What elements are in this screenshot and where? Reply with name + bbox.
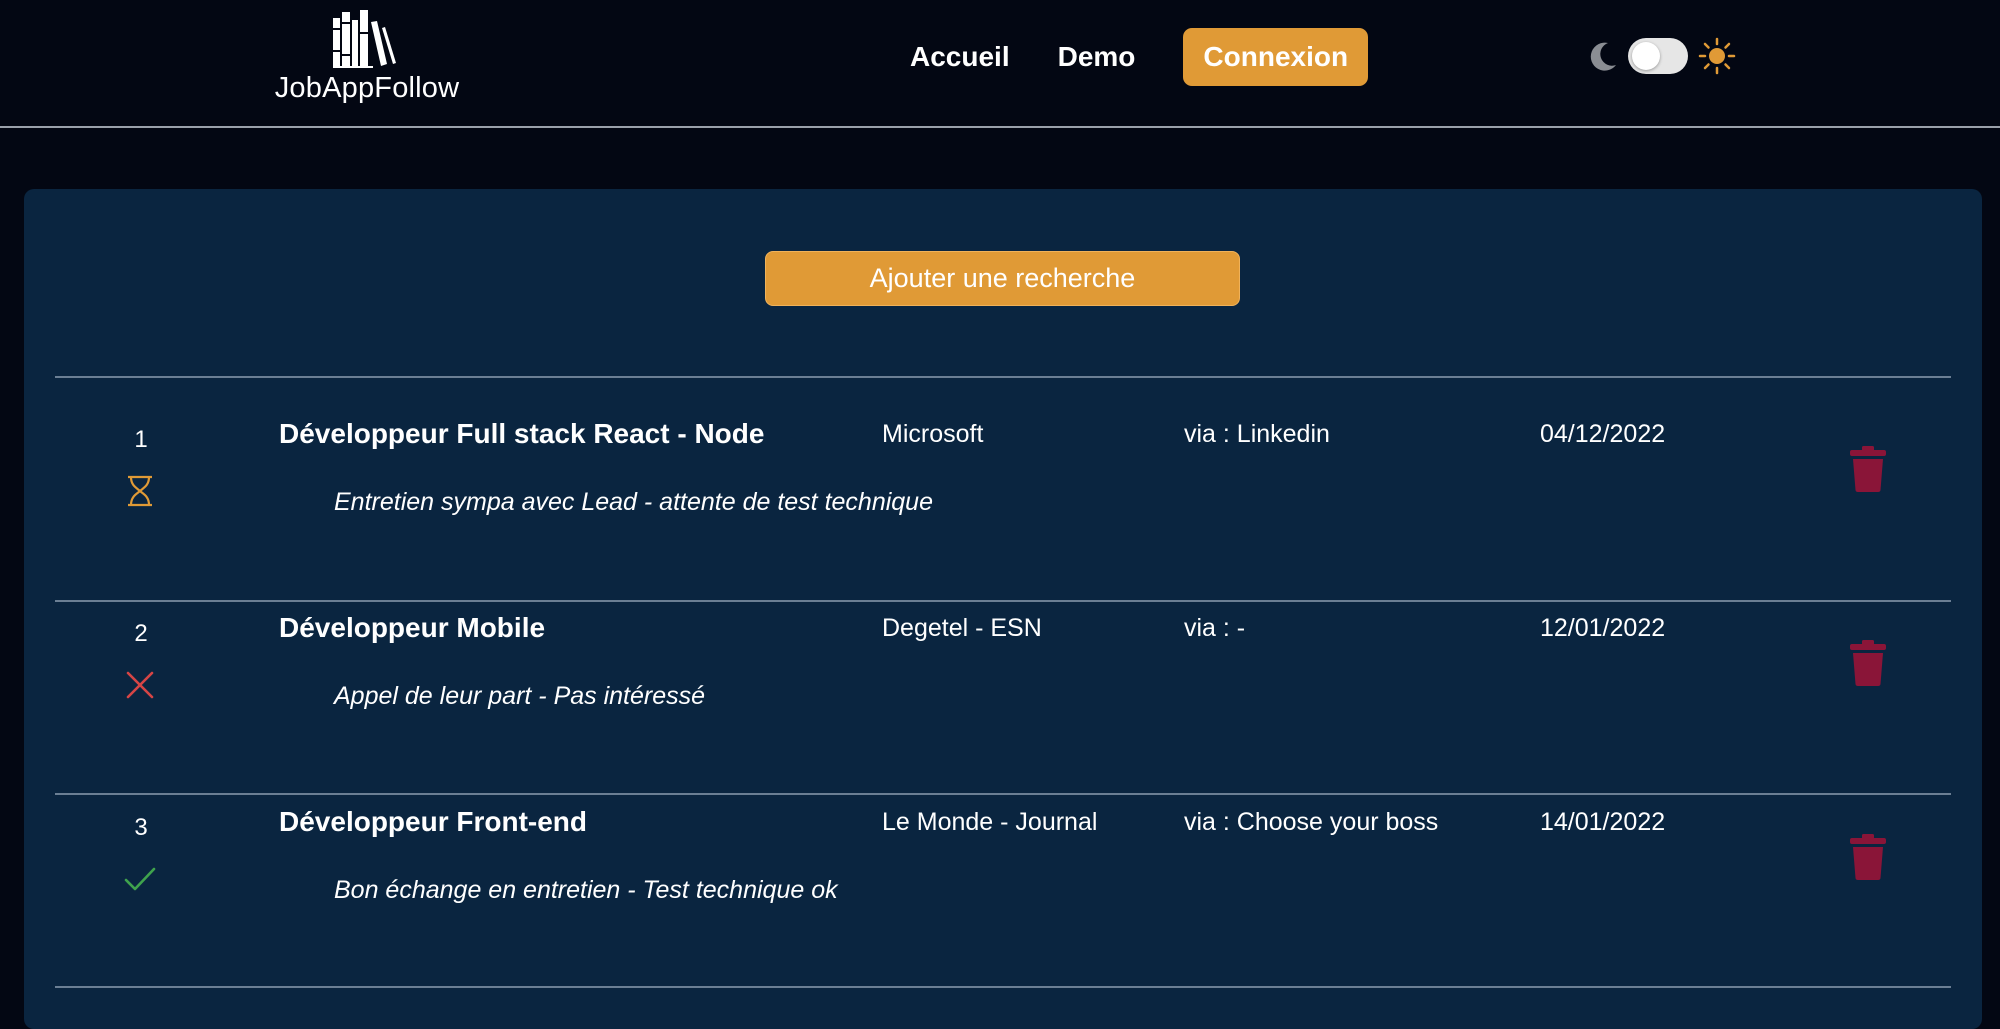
row-number: 2 <box>134 620 148 647</box>
books-logo-icon <box>333 10 396 68</box>
application-date: 12/01/2022 <box>1540 614 1666 642</box>
check-icon <box>124 867 156 891</box>
toggle-knob <box>1632 42 1660 70</box>
applications-panel: Ajouter une recherche 1 Développeur Full… <box>24 189 1982 1029</box>
application-row: 1 Développeur Full stack React - Node Mi… <box>55 378 1951 570</box>
nav-home-link[interactable]: Accueil <box>910 41 1010 73</box>
application-date: 14/01/2022 <box>1540 808 1666 836</box>
trash-icon[interactable] <box>1848 445 1888 493</box>
application-row: 2 Développeur Mobile Degetel - ESN via :… <box>55 572 1951 764</box>
source-channel: via : Choose your boss <box>1184 808 1439 836</box>
job-title: Développeur Front-end <box>279 806 588 837</box>
company-name: Degetel - ESN <box>882 614 1042 642</box>
logo-text: JobAppFollow <box>274 72 460 104</box>
source-channel: via : Linkedin <box>1184 420 1330 448</box>
sun-icon <box>1698 37 1736 75</box>
moon-icon <box>1590 42 1616 71</box>
company-name: Le Monde - Journal <box>882 808 1098 836</box>
main-nav: Accueil Demo Connexion <box>910 28 1369 86</box>
application-row: 3 Développeur Front-end Le Monde - Journ… <box>55 766 1951 958</box>
hourglass-icon <box>128 475 152 507</box>
application-note: Entretien sympa avec Lead - attente de t… <box>334 488 933 516</box>
application-date: 04/12/2022 <box>1540 420 1666 448</box>
theme-switcher <box>1586 34 1736 78</box>
row-number: 1 <box>134 426 148 453</box>
company-name: Microsoft <box>882 420 984 448</box>
theme-toggle[interactable] <box>1628 38 1688 74</box>
trash-icon[interactable] <box>1848 639 1888 687</box>
job-title: Développeur Full stack React - Node <box>279 418 765 449</box>
application-note: Appel de leur part - Pas intéressé <box>334 682 706 710</box>
row-number: 3 <box>134 814 148 841</box>
cross-icon <box>126 671 154 699</box>
top-navbar: JobAppFollow Accueil Demo Connexion <box>0 0 2000 128</box>
source-channel: via : - <box>1184 614 1246 642</box>
login-button[interactable]: Connexion <box>1183 28 1369 86</box>
trash-icon[interactable] <box>1848 833 1888 881</box>
nav-demo-link[interactable]: Demo <box>1058 41 1136 73</box>
job-title: Développeur Mobile <box>279 612 546 643</box>
divider <box>55 986 1951 988</box>
add-search-button[interactable]: Ajouter une recherche <box>765 251 1240 306</box>
logo[interactable]: JobAppFollow <box>262 8 472 118</box>
application-note: Bon échange en entretien - Test techniqu… <box>334 876 838 904</box>
